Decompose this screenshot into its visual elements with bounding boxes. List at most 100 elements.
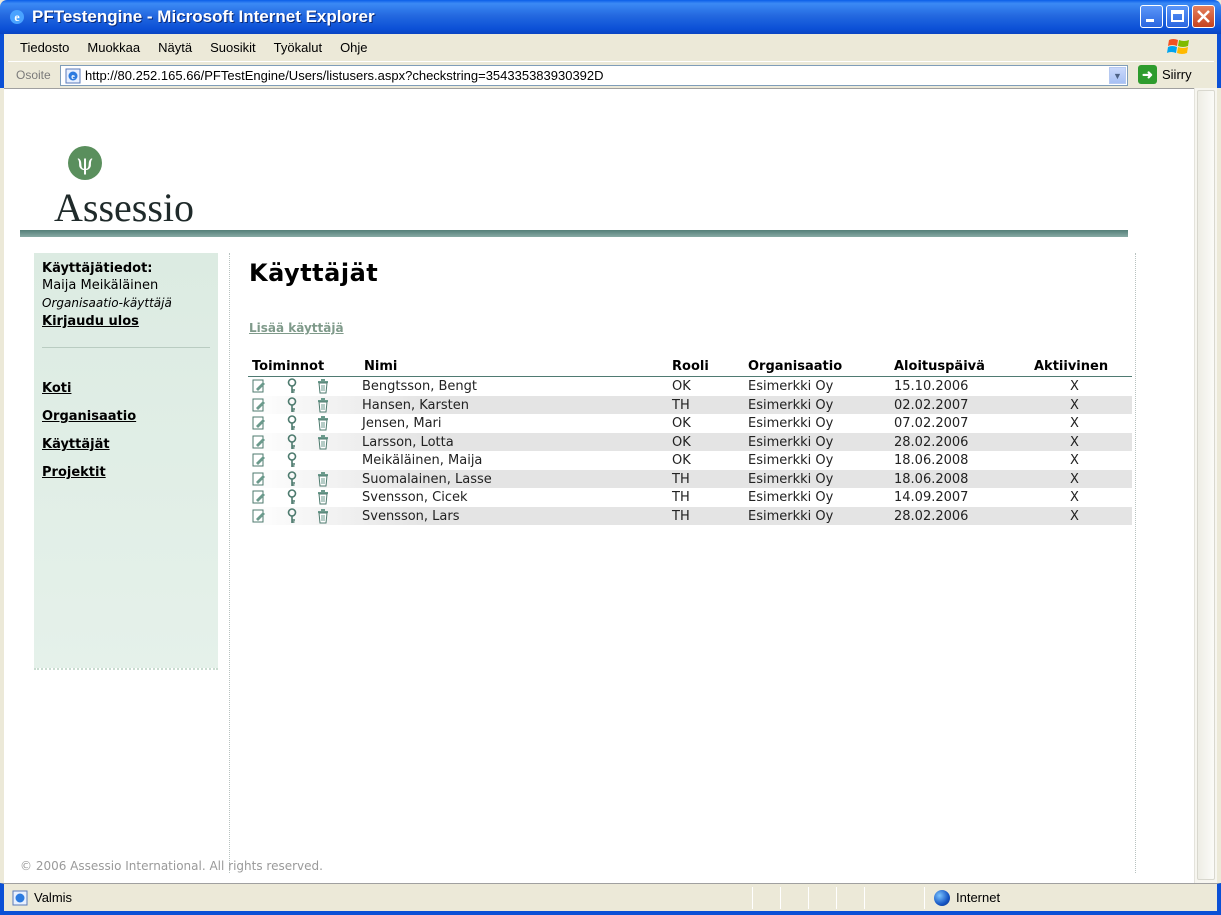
menu-file[interactable]: Tiedosto [8, 40, 78, 55]
cell-organisation: Esimerkki Oy [748, 490, 834, 505]
assessio-logo-icon: ψ [68, 146, 102, 180]
users-table: Toiminnot Nimi Rooli Organisaatio Aloitu… [248, 357, 1132, 525]
edit-icon[interactable] [252, 378, 266, 394]
scrollbar-thumb[interactable] [1197, 90, 1215, 880]
col-role[interactable]: Rooli [672, 359, 709, 374]
edit-icon[interactable] [252, 397, 266, 413]
key-icon[interactable] [285, 433, 299, 450]
cell-name: Larsson, Lotta [362, 434, 454, 450]
vertical-scrollbar[interactable] [1194, 88, 1217, 883]
status-separator [808, 887, 809, 909]
cell-name: Svensson, Cicek [362, 490, 468, 505]
minimize-icon [1146, 19, 1154, 22]
sidebar-item-organisation[interactable]: Organisaatio [42, 409, 136, 424]
go-arrow-icon: ➜ [1138, 65, 1157, 84]
edit-icon[interactable] [252, 452, 266, 468]
trash-icon[interactable] [316, 378, 330, 394]
menu-edit[interactable]: Muokkaa [78, 40, 149, 55]
user-role: Organisaatio-käyttäjä [42, 296, 172, 310]
status-separator [836, 887, 837, 909]
cell-active: X [1070, 453, 1079, 468]
minimize-button[interactable] [1140, 5, 1163, 28]
cell-active: X [1070, 397, 1079, 413]
address-dropdown-button[interactable]: ▼ [1109, 67, 1126, 84]
col-active[interactable]: Aktiivinen [1034, 359, 1108, 374]
table-header: Toiminnot Nimi Rooli Organisaatio Aloitu… [248, 357, 1132, 377]
menu-bar: Tiedosto Muokkaa Näytä Suosikit Työkalut… [0, 34, 1221, 88]
key-icon[interactable] [285, 507, 299, 524]
cell-active: X [1070, 379, 1079, 394]
user-info-heading: Käyttäjätiedot: [42, 261, 153, 276]
key-icon[interactable] [285, 378, 299, 394]
trash-icon[interactable] [316, 415, 330, 431]
edit-icon[interactable] [252, 471, 266, 487]
table-row: Jensen, Mari OK Esimerkki Oy 07.02.2007 X [248, 414, 1132, 433]
page-status-icon [12, 890, 28, 906]
go-button[interactable]: ➜ Siirry [1138, 65, 1192, 84]
cell-start-date: 07.02.2007 [894, 416, 969, 431]
edit-icon[interactable] [252, 434, 266, 450]
status-separator [924, 887, 925, 909]
logout-link[interactable]: Kirjaudu ulos [42, 314, 139, 329]
menu-view[interactable]: Näytä [149, 40, 201, 55]
sidebar-item-users[interactable]: Käyttäjät [42, 437, 110, 452]
cell-start-date: 02.02.2007 [894, 397, 969, 413]
cell-start-date: 28.02.2006 [894, 508, 969, 524]
key-icon[interactable] [285, 396, 299, 413]
address-label: Osoite [16, 67, 51, 82]
go-label: Siirry [1162, 67, 1192, 82]
cell-role: OK [672, 453, 691, 468]
page-title: Käyttäjät [249, 259, 379, 287]
table-row: Bengtsson, Bengt OK Esimerkki Oy 15.10.2006… [248, 377, 1132, 396]
cell-start-date: 14.09.2007 [894, 490, 969, 505]
sidebar-item-home[interactable]: Koti [42, 381, 71, 396]
page-viewport: ψ Assessio Käyttäjätiedot: Maija Meikälä… [4, 88, 1194, 883]
cell-role: TH [672, 471, 690, 487]
trash-icon[interactable] [316, 434, 330, 450]
table-body: Bengtsson, Bengt OK Esimerkki Oy 15.10.2006… [248, 377, 1132, 525]
edit-icon[interactable] [252, 415, 266, 431]
menu-help[interactable]: Ohje [331, 40, 376, 55]
status-text: Valmis [34, 890, 73, 905]
edit-icon[interactable] [252, 489, 266, 505]
cell-start-date: 15.10.2006 [894, 379, 969, 394]
menu-tools[interactable]: Työkalut [265, 40, 331, 55]
add-user-link[interactable]: Lisää käyttäjä [249, 321, 344, 335]
address-input[interactable]: e http://80.252.165.66/PFTestEngine/User… [60, 65, 1128, 86]
chevron-down-icon: ▼ [1113, 70, 1122, 81]
trash-icon[interactable] [316, 489, 330, 505]
cell-organisation: Esimerkki Oy [748, 471, 834, 487]
key-icon[interactable] [285, 470, 299, 487]
trash-icon[interactable] [316, 508, 330, 524]
cell-name: Hansen, Karsten [362, 397, 469, 413]
window-title: PFTestengine - Microsoft Internet Explor… [32, 7, 375, 26]
key-icon[interactable] [285, 452, 299, 468]
menu-favorites[interactable]: Suosikit [201, 40, 265, 55]
cell-start-date: 28.02.2006 [894, 434, 969, 450]
cell-start-date: 18.06.2008 [894, 453, 969, 468]
window-title-bar[interactable]: e PFTestengine - Microsoft Internet Expl… [0, 0, 1221, 34]
sidebar-item-projects[interactable]: Projektit [42, 465, 106, 480]
table-row: Meikäläinen, Maija OK Esimerkki Oy 18.06.20… [248, 451, 1132, 470]
edit-icon[interactable] [252, 508, 266, 524]
col-organisation[interactable]: Organisaatio [748, 359, 842, 374]
col-start-date[interactable]: Aloituspäivä [894, 359, 985, 374]
header-divider [20, 230, 1128, 237]
cell-active: X [1070, 416, 1079, 431]
key-icon[interactable] [285, 489, 299, 505]
windows-logo-icon [1167, 39, 1189, 54]
col-name[interactable]: Nimi [364, 359, 397, 374]
close-button[interactable] [1192, 5, 1215, 28]
key-icon[interactable] [285, 415, 299, 431]
trash-icon[interactable] [316, 471, 330, 487]
cell-role: OK [672, 416, 691, 431]
cell-start-date: 18.06.2008 [894, 471, 969, 487]
address-url: http://80.252.165.66/PFTestEngine/Users/… [85, 68, 604, 83]
svg-text:e: e [71, 72, 75, 81]
table-row: Hansen, Karsten TH Esimerkki Oy 02.02.2007 X [248, 395, 1132, 414]
globe-icon [934, 890, 950, 906]
logo-text: Assessio [54, 185, 195, 230]
trash-icon[interactable] [316, 397, 330, 413]
maximize-button[interactable] [1166, 5, 1189, 28]
cell-organisation: Esimerkki Oy [748, 416, 834, 431]
